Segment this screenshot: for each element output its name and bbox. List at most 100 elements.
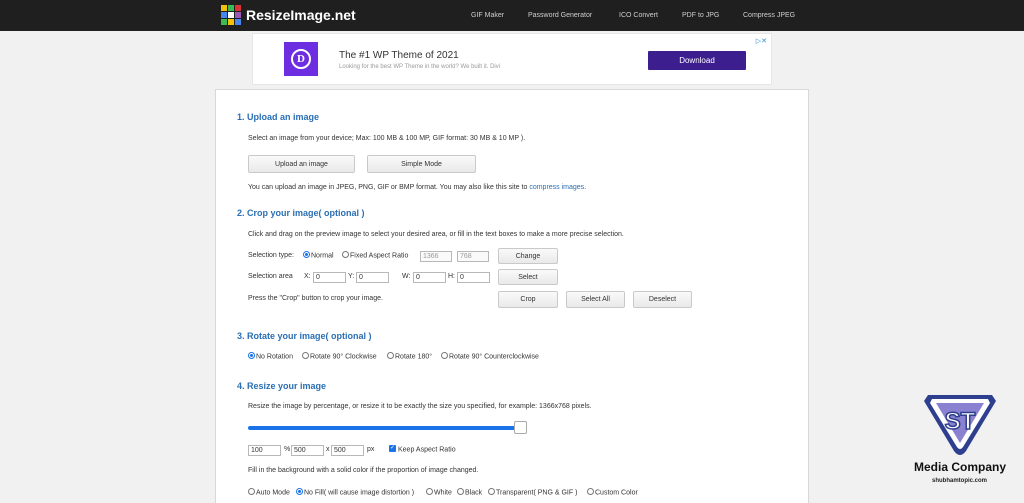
crop-button[interactable]: Crop — [498, 291, 558, 308]
site-logo[interactable]: ResizeImage.net — [221, 5, 356, 25]
ratio-height-input[interactable]: 768 — [457, 251, 489, 262]
step4-title: 4. Resize your image — [237, 381, 327, 391]
rotate-none-label: No Rotation — [256, 353, 293, 361]
w-label: W: — [402, 273, 411, 280]
bg-custom-radio[interactable] — [587, 488, 594, 495]
rotate-180-radio[interactable] — [387, 352, 394, 359]
rotate-ccw-label: Rotate 90° Counterclockwise — [449, 353, 539, 361]
step1-desc: Select an image from your device; Max: 1… — [248, 135, 526, 142]
select-button[interactable]: Select — [498, 269, 558, 285]
nav-ico-convert[interactable]: ICO Convert — [619, 12, 658, 19]
upload-image-button[interactable]: Upload an image — [248, 155, 355, 173]
rotate-option-180[interactable]: Rotate 180° — [387, 352, 433, 361]
step2-title: 2. Crop your image( optional ) — [237, 208, 365, 218]
w-input[interactable]: 0 — [413, 272, 446, 283]
st-logo-icon: ST — [924, 395, 996, 455]
change-button[interactable]: Change — [498, 248, 558, 264]
rotate-none-radio[interactable] — [248, 352, 255, 359]
normal-label: Normal — [311, 252, 334, 260]
bg-desc: Fill in the background with a solid colo… — [248, 467, 479, 474]
h-label: H: — [448, 273, 455, 280]
x-input[interactable]: 0 — [313, 272, 346, 283]
bg-transparent-label: Transparent( PNG & GIF ) — [496, 489, 578, 497]
bg-no-fill-label: No Fill( will cause image distortion ) — [304, 489, 415, 497]
step1-note: You can upload an image in JPEG, PNG, GI… — [248, 184, 586, 191]
st-logo-text: ST — [945, 408, 976, 435]
logo-icon — [221, 5, 241, 25]
x-label: X: — [304, 273, 311, 280]
bg-no-fill-radio[interactable] — [296, 488, 303, 495]
width-input[interactable]: 500 — [291, 445, 324, 456]
fixed-ratio-label: Fixed Aspect Ratio — [350, 252, 409, 260]
ad-logo: D — [284, 42, 318, 76]
h-input[interactable]: 0 — [457, 272, 490, 283]
normal-radio-dot[interactable] — [303, 251, 310, 258]
bg-transparent-radio[interactable] — [488, 488, 495, 495]
nav-compress-jpeg[interactable]: Compress JPEG — [743, 12, 795, 19]
rotate-cw-radio[interactable] — [302, 352, 309, 359]
ad-title: The #1 WP Theme of 2021 — [339, 50, 459, 61]
bg-option-transparent[interactable]: Transparent( PNG & GIF ) — [488, 488, 578, 497]
ad-banner[interactable]: D The #1 WP Theme of 2021 Looking for th… — [252, 33, 772, 85]
rotate-option-none[interactable]: No Rotation — [248, 352, 293, 361]
percent-unit: % — [284, 446, 291, 453]
keep-aspect-checkbox[interactable]: ✓ Keep Aspect Ratio — [389, 445, 456, 454]
ad-download-button[interactable]: Download — [648, 51, 746, 70]
resize-slider-thumb[interactable] — [514, 421, 527, 434]
select-all-button[interactable]: Select All — [566, 291, 625, 308]
ad-subtitle: Looking for the best WP Theme in the wor… — [339, 64, 501, 70]
nav-password-generator[interactable]: Password Generator — [528, 12, 592, 19]
ad-close-icon[interactable]: ▷✕ — [756, 37, 767, 45]
top-nav-bar: ResizeImage.net GIF Maker Password Gener… — [0, 0, 1024, 31]
step1-note-text: You can upload an image in JPEG, PNG, GI… — [248, 184, 528, 191]
bg-option-black[interactable]: Black — [457, 488, 483, 497]
bg-auto-radio[interactable] — [248, 488, 255, 495]
rotate-cw-label: Rotate 90° Clockwise — [310, 353, 377, 361]
step1-note-end: . — [584, 184, 587, 191]
selection-type-label: Selection type: — [248, 252, 294, 259]
bg-white-radio[interactable] — [426, 488, 433, 495]
crop-hint: Press the "Crop" button to crop your ima… — [248, 295, 383, 302]
check-icon[interactable]: ✓ — [389, 445, 396, 452]
selection-area-label: Selection area — [248, 273, 293, 280]
nav-gif-maker[interactable]: GIF Maker — [471, 12, 504, 19]
fixed-ratio-radio[interactable]: Fixed Aspect Ratio — [342, 251, 409, 260]
px-unit: px — [367, 446, 375, 453]
deselect-button[interactable]: Deselect — [633, 291, 692, 308]
watermark-company: Media Company — [914, 460, 1007, 474]
rotate-option-ccw[interactable]: Rotate 90° Counterclockwise — [441, 352, 539, 361]
y-label: Y: — [348, 273, 355, 280]
ratio-width-input[interactable]: 1366 — [420, 251, 452, 262]
height-input[interactable]: 500 — [331, 445, 364, 456]
bg-option-auto[interactable]: Auto Mode — [248, 488, 290, 497]
rotate-ccw-radio[interactable] — [441, 352, 448, 359]
step1-title: 1. Upload an image — [237, 112, 320, 122]
simple-mode-button[interactable]: Simple Mode — [367, 155, 476, 173]
bg-option-white[interactable]: White — [426, 488, 452, 497]
media-company-watermark: ST Media Company shubhamtopic.com — [910, 389, 1010, 494]
normal-radio[interactable]: Normal — [303, 251, 334, 260]
ad-logo-letter: D — [291, 49, 311, 69]
keep-aspect-label: Keep Aspect Ratio — [398, 446, 456, 454]
compress-images-link[interactable]: compress images — [529, 184, 584, 191]
bg-black-label: Black — [465, 489, 483, 497]
rotate-option-cw[interactable]: Rotate 90° Clockwise — [302, 352, 377, 361]
step3-title: 3. Rotate your image( optional ) — [237, 331, 372, 341]
resize-slider-track[interactable] — [248, 426, 524, 430]
site-name: ResizeImage.net — [246, 7, 356, 23]
step2-desc: Click and drag on the preview image to s… — [248, 231, 624, 238]
rotate-180-label: Rotate 180° — [395, 353, 433, 361]
bg-black-radio[interactable] — [457, 488, 464, 495]
y-input[interactable]: 0 — [356, 272, 389, 283]
bg-white-label: White — [434, 489, 452, 497]
nav-pdf-to-jpg[interactable]: PDF to JPG — [682, 12, 719, 19]
fixed-ratio-radio-dot[interactable] — [342, 251, 349, 258]
step4-desc: Resize the image by percentage, or resiz… — [248, 403, 592, 410]
bg-auto-label: Auto Mode — [256, 489, 290, 497]
dimension-separator: x — [326, 446, 330, 453]
bg-option-custom[interactable]: Custom Color — [587, 488, 638, 497]
bg-custom-label: Custom Color — [595, 489, 638, 497]
watermark-url: shubhamtopic.com — [932, 478, 988, 484]
bg-option-no-fill[interactable]: No Fill( will cause image distortion ) — [296, 488, 415, 497]
percent-input[interactable]: 100 — [248, 445, 281, 456]
